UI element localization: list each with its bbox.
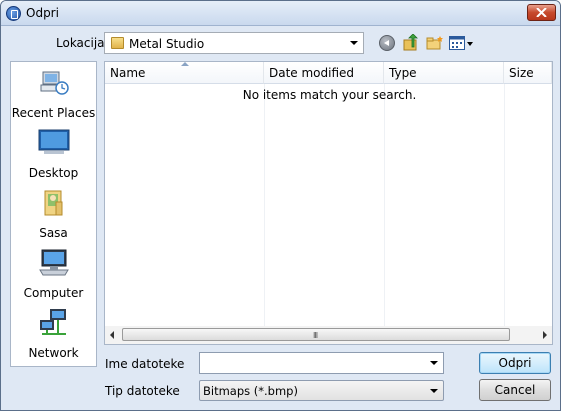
- scroll-right-icon[interactable]: [543, 331, 547, 339]
- file-list[interactable]: Name Date modified Type Size No items ma…: [104, 61, 553, 345]
- places-bar: Recent Places Desktop Sasa Computer Netw…: [10, 61, 97, 367]
- window-title: Odpri: [26, 6, 59, 20]
- folder-icon: [111, 37, 124, 49]
- computer-icon: [39, 249, 69, 276]
- place-label: Computer: [23, 286, 84, 300]
- place-desktop[interactable]: Desktop: [11, 128, 96, 184]
- new-folder-icon: [426, 36, 443, 50]
- column-header-date-modified[interactable]: Date modified: [264, 62, 384, 84]
- column-header-type[interactable]: Type: [384, 62, 504, 84]
- place-sasa[interactable]: Sasa: [11, 188, 96, 244]
- place-network[interactable]: Network: [11, 308, 96, 364]
- place-label: Network: [28, 346, 79, 360]
- title-bar: Odpri: [1, 1, 560, 26]
- column-header-name[interactable]: Name: [105, 62, 264, 84]
- column-divider: [384, 84, 385, 326]
- user-folder-icon: [44, 190, 63, 216]
- open-button[interactable]: Odpri: [479, 352, 551, 374]
- network-icon: [40, 309, 66, 335]
- column-header-size[interactable]: Size: [504, 62, 552, 84]
- filetype-dropdown[interactable]: Bitmaps (*.bmp): [199, 380, 444, 401]
- location-label: Lokacija: [56, 36, 105, 50]
- views-dropdown-icon[interactable]: [467, 42, 473, 46]
- column-divider: [264, 84, 265, 326]
- filename-label: Ime datoteke: [105, 357, 185, 371]
- place-recent-places[interactable]: Recent Places: [11, 68, 96, 124]
- column-divider: [504, 84, 505, 326]
- filetype-value: Bitmaps (*.bmp): [203, 384, 298, 398]
- place-computer[interactable]: Computer: [11, 248, 96, 304]
- close-icon: [536, 8, 547, 17]
- cancel-button[interactable]: Cancel: [479, 379, 551, 401]
- location-value: Metal Studio: [129, 37, 205, 51]
- chevron-down-icon: [430, 389, 438, 393]
- chevron-down-icon: [350, 41, 358, 45]
- views-icon: [449, 36, 465, 50]
- chevron-down-icon[interactable]: [430, 361, 438, 365]
- place-label: Desktop: [28, 166, 79, 180]
- new-folder-button[interactable]: [426, 35, 444, 54]
- up-arrow-icon: [403, 33, 418, 51]
- location-dropdown[interactable]: Metal Studio: [104, 32, 364, 54]
- filename-input[interactable]: [199, 352, 444, 374]
- scroll-thumb[interactable]: III: [122, 328, 510, 341]
- open-dialog: Odpri Lokacija Metal Studio Recent Place…: [0, 0, 561, 411]
- place-label: Sasa: [39, 226, 68, 240]
- desktop-icon: [38, 129, 70, 154]
- views-button[interactable]: [449, 36, 465, 53]
- filetype-label: Tip datoteke: [105, 384, 180, 398]
- up-folder-button[interactable]: [403, 33, 419, 55]
- sort-ascending-icon: [181, 62, 189, 66]
- place-label: Recent Places: [11, 106, 96, 120]
- scroll-grip: III: [313, 331, 318, 340]
- close-button[interactable]: [527, 4, 556, 21]
- app-icon: [6, 6, 21, 21]
- empty-message: No items match your search.: [242, 88, 417, 102]
- recent-places-icon: [40, 71, 69, 95]
- scroll-left-icon[interactable]: [110, 331, 114, 339]
- horizontal-scrollbar[interactable]: III: [105, 326, 552, 344]
- back-button[interactable]: [379, 35, 395, 51]
